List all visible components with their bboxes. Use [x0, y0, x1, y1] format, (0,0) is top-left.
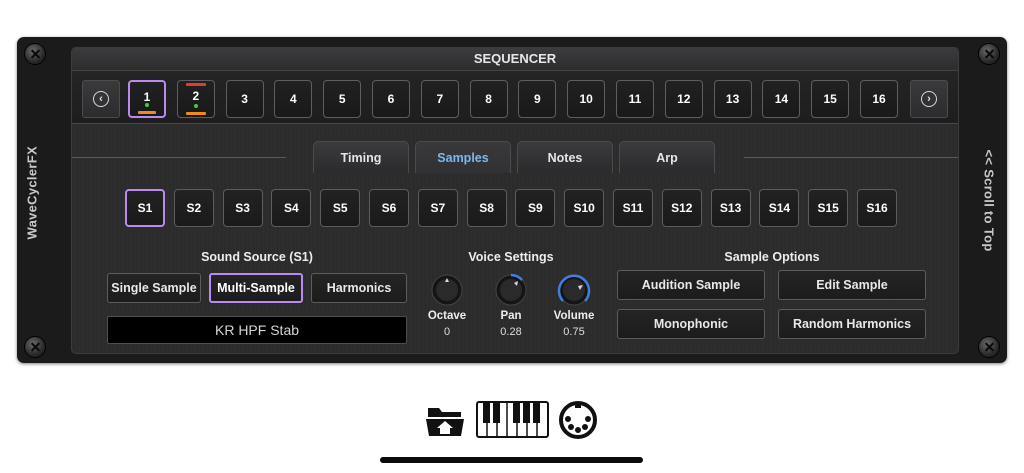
screw-bottom-right-icon	[979, 337, 999, 357]
sample-slot-11[interactable]: S11	[613, 189, 653, 227]
sample-slot-8[interactable]: S8	[466, 189, 507, 227]
sample-slot-15[interactable]: S15	[808, 189, 849, 227]
home-indicator	[380, 457, 643, 463]
volume-value: 0.75	[563, 326, 585, 338]
sample-name-display[interactable]: KR HPF Stab	[107, 316, 407, 344]
step-pad-label: 14	[774, 92, 789, 106]
octave-label: Octave	[427, 310, 467, 322]
step-pad-label: 6	[387, 92, 395, 106]
edit-sample-button[interactable]: Edit Sample	[778, 270, 926, 300]
sample-slot-1[interactable]: S1	[125, 189, 165, 227]
step-pad-13[interactable]: 13	[713, 80, 752, 118]
step-strip: ‹ 1 2 3 4 5 6 7 8 9 10 11 12 13 14 15 16 ›	[72, 71, 958, 124]
next-steps-button[interactable]: ›	[910, 80, 948, 118]
tab-samples[interactable]: Samples	[415, 141, 511, 173]
volume-label: Volume	[553, 310, 595, 322]
step-pad-16[interactable]: 16	[860, 80, 898, 118]
sample-slot-14[interactable]: S14	[759, 189, 800, 227]
pan-value: 0.28	[500, 326, 522, 338]
prev-steps-button[interactable]: ‹	[82, 80, 120, 118]
pan-label: Pan	[500, 310, 522, 322]
screw-top-right-icon	[979, 44, 999, 64]
step-playhead-bar	[185, 83, 206, 86]
step-pad-label: 4	[290, 92, 297, 106]
screw-bottom-left-icon	[25, 337, 45, 357]
sample-slot-12[interactable]: S12	[661, 189, 702, 227]
step-pad-3[interactable]: 3	[225, 80, 264, 118]
step-pad-9[interactable]: 9	[518, 80, 557, 118]
step-active-dot	[145, 103, 149, 107]
octave-value: 0	[443, 326, 451, 338]
sound-source-title: Sound Source (S1)	[201, 250, 313, 264]
sample-slot-9[interactable]: S9	[515, 189, 556, 227]
piano-keyboard-icon[interactable]	[476, 401, 549, 438]
sample-slot-10[interactable]: S10	[564, 189, 605, 227]
step-pad-label: 8	[485, 92, 492, 106]
step-pad-label: 3	[241, 92, 248, 106]
tab-divider-right	[744, 157, 958, 158]
pan-knob[interactable]	[494, 273, 528, 307]
step-pad-7[interactable]: 7	[420, 80, 459, 118]
step-pad-4[interactable]: 4	[274, 80, 313, 118]
sample-slot-7[interactable]: S7	[417, 189, 458, 227]
step-pad-8[interactable]: 8	[469, 80, 508, 118]
app-name-label: WaveCyclerFX	[24, 146, 40, 240]
sample-slot-5[interactable]: S5	[320, 189, 361, 227]
step-pad-10[interactable]: 10	[567, 80, 606, 118]
volume-knob[interactable]	[557, 273, 591, 307]
step-pad-label: 13	[725, 92, 740, 106]
plugin-rack: WaveCyclerFX << Scroll to Top SEQUENCER …	[17, 37, 1007, 363]
random-harmonics-button[interactable]: Random Harmonics	[778, 309, 926, 339]
sample-slot-13[interactable]: S13	[710, 189, 751, 227]
sequencer-panel: SEQUENCER ‹ 1 2 3 4 5 6 7 8 9 10 11 12 13 14 15 16 › Ti…	[71, 47, 959, 354]
step-pad-label: 11	[628, 92, 642, 106]
step-pad-12[interactable]: 12	[664, 80, 703, 118]
screw-top-left-icon	[25, 44, 45, 64]
step-pad-label: 5	[338, 92, 346, 106]
bottom-toolbar	[424, 400, 599, 440]
step-pad-label: 9	[534, 92, 541, 106]
sample-slot-6[interactable]: S6	[369, 189, 409, 227]
step-pad-11[interactable]: 11	[616, 80, 654, 118]
tab-notes[interactable]: Notes	[517, 141, 613, 173]
sample-slot-16[interactable]: S16	[857, 189, 897, 227]
step-pad-5[interactable]: 5	[323, 80, 362, 118]
tab-divider-left	[72, 157, 286, 158]
scroll-to-top-button[interactable]: << Scroll to Top	[982, 150, 997, 252]
step-marker-bar	[138, 111, 156, 114]
voice-settings-title: Voice Settings	[468, 250, 554, 264]
step-pad-14[interactable]: 14	[762, 80, 801, 118]
midi-port-icon[interactable]	[558, 400, 598, 440]
sequencer-title: SEQUENCER	[72, 48, 958, 71]
step-pad-6[interactable]: 6	[372, 80, 410, 118]
audition-sample-button[interactable]: Audition Sample	[617, 270, 765, 300]
monophonic-button[interactable]: Monophonic	[617, 309, 765, 339]
octave-knob[interactable]	[430, 273, 464, 307]
chevron-left-icon: ‹	[93, 91, 109, 107]
tab-arp[interactable]: Arp	[619, 141, 715, 173]
step-pad-1[interactable]: 1	[128, 80, 166, 118]
step-pad-label: 10	[579, 92, 593, 106]
sample-slot-3[interactable]: S3	[222, 189, 263, 227]
sample-options-title: Sample Options	[724, 250, 820, 264]
sample-slot-4[interactable]: S4	[271, 189, 312, 227]
step-pad-label: 15	[823, 92, 837, 106]
folder-icon[interactable]	[424, 403, 466, 437]
step-pad-label: 7	[436, 92, 444, 106]
step-marker-bar	[185, 112, 206, 115]
step-pad-2[interactable]: 2	[176, 80, 215, 118]
step-active-dot	[193, 104, 198, 108]
step-pad-label: 12	[677, 92, 691, 106]
step-pad-label: 1	[143, 90, 151, 104]
step-pad-15[interactable]: 15	[811, 80, 850, 118]
multi-sample-button[interactable]: Multi-Sample	[209, 273, 303, 303]
step-pad-label: 16	[872, 92, 886, 106]
chevron-right-icon: ›	[921, 91, 937, 107]
single-sample-button[interactable]: Single Sample	[107, 273, 201, 303]
tab-timing[interactable]: Timing	[313, 141, 409, 173]
sample-slot-2[interactable]: S2	[173, 189, 214, 227]
harmonics-button[interactable]: Harmonics	[311, 273, 407, 303]
